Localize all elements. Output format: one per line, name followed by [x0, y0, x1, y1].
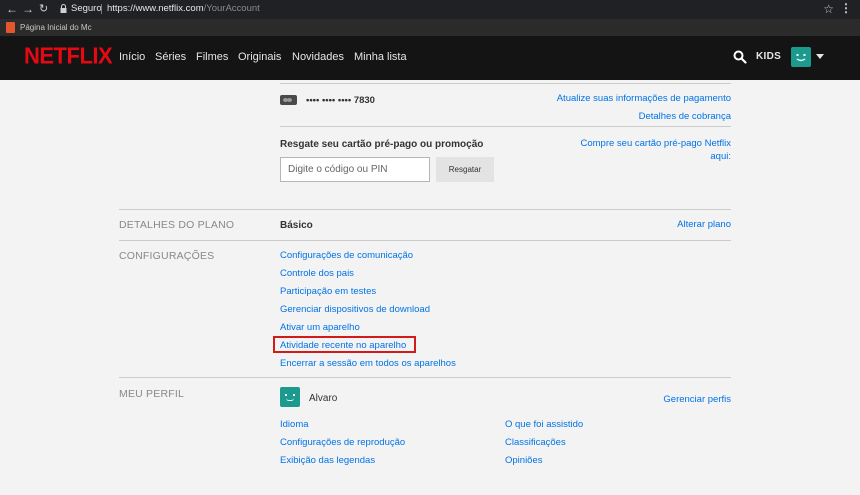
billing-details-link[interactable]: Detalhes de cobrança: [639, 110, 731, 123]
highlight-box: [273, 336, 416, 353]
nav-series[interactable]: Séries: [155, 50, 186, 64]
nav-novidades[interactable]: Novidades: [292, 50, 344, 64]
security-label: Seguro: [71, 3, 102, 14]
profile-menu-caret-icon[interactable]: [816, 54, 824, 59]
profile-avatar-icon: [280, 387, 300, 407]
divider: [119, 240, 731, 241]
bookmark-favicon-icon: [6, 22, 15, 33]
plan-section-label: DETALHES DO PLANO: [119, 219, 235, 231]
mastercard-icon: [280, 95, 297, 105]
language-link[interactable]: Idioma: [280, 418, 309, 431]
url-path: /YourAccount: [203, 3, 260, 14]
manage-download-devices-link[interactable]: Gerenciar dispositivos de download: [280, 303, 430, 316]
nav-inicio[interactable]: Início: [119, 50, 145, 64]
netflix-header: NETFLIX Início Séries Filmes Originais N…: [0, 36, 860, 80]
account-content: •••• •••• •••• 7830 Atualize suas inform…: [0, 80, 860, 495]
sign-out-all-devices-link[interactable]: Encerrar a sessão em todos os aparelhos: [280, 357, 456, 370]
nav-minha-lista[interactable]: Minha lista: [354, 50, 407, 64]
search-icon[interactable]: [733, 50, 747, 64]
divider: [280, 126, 731, 127]
playback-settings-link[interactable]: Configurações de reprodução: [280, 436, 405, 449]
buy-giftcard-link[interactable]: Compre seu cartão pré-pago Netflix: [581, 137, 732, 150]
nav-filmes[interactable]: Filmes: [196, 50, 228, 64]
url-host: https://www.netflix.com: [107, 3, 204, 14]
back-arrow-icon[interactable]: ←: [6, 2, 18, 17]
address-bar[interactable]: https://www.netflix.com/YourAccount: [107, 3, 260, 15]
profile-name: Alvaro: [309, 393, 338, 404]
netflix-logo[interactable]: NETFLIX: [24, 42, 113, 69]
lock-icon: [60, 4, 67, 13]
plan-value: Básico: [280, 220, 313, 231]
viewing-activity-link[interactable]: O que foi assistido: [505, 418, 583, 431]
address-separator: [101, 4, 102, 14]
bookmarks-bar: Página Inicial do Mc: [0, 19, 860, 36]
redeem-code-input[interactable]: [280, 157, 430, 182]
redeem-title: Resgate seu cartão pré-pago ou promoção: [280, 139, 484, 150]
reload-icon[interactable]: ↻: [39, 2, 48, 17]
nav-originais[interactable]: Originais: [238, 50, 281, 64]
kids-link[interactable]: KIDS: [756, 51, 781, 62]
bookmark-star-icon[interactable]: ☆: [823, 2, 834, 16]
communication-settings-link[interactable]: Configurações de comunicação: [280, 249, 413, 262]
divider: [119, 209, 731, 210]
bookmark-item[interactable]: Página Inicial do Mc: [20, 22, 92, 33]
manage-profiles-link[interactable]: Gerenciar perfis: [663, 393, 731, 406]
divider: [280, 83, 731, 84]
redeem-button[interactable]: Resgatar: [436, 157, 494, 182]
browser-menu-icon[interactable]: ⋮: [840, 1, 852, 15]
settings-section-label: CONFIGURAÇÕES: [119, 250, 215, 262]
forward-arrow-icon[interactable]: →: [22, 2, 34, 17]
profile-section-label: MEU PERFIL: [119, 388, 185, 400]
activate-device-link[interactable]: Ativar um aparelho: [280, 321, 360, 334]
profile-avatar-icon[interactable]: [791, 47, 811, 67]
card-number: •••• •••• •••• 7830: [306, 95, 375, 106]
divider: [119, 377, 731, 378]
ratings-link[interactable]: Classificações: [505, 436, 566, 449]
parental-controls-link[interactable]: Controle dos pais: [280, 267, 354, 280]
buy-giftcard-link-here[interactable]: aqui:: [710, 150, 731, 163]
test-participation-link[interactable]: Participação em testes: [280, 285, 376, 298]
update-payment-link[interactable]: Atualize suas informações de pagamento: [557, 92, 731, 105]
browser-toolbar: ← → ↻ Seguro https://www.netflix.com/You…: [0, 0, 860, 19]
reviews-link[interactable]: Opiniões: [505, 454, 543, 467]
subtitle-appearance-link[interactable]: Exibição das legendas: [280, 454, 375, 467]
change-plan-link[interactable]: Alterar plano: [677, 218, 731, 231]
